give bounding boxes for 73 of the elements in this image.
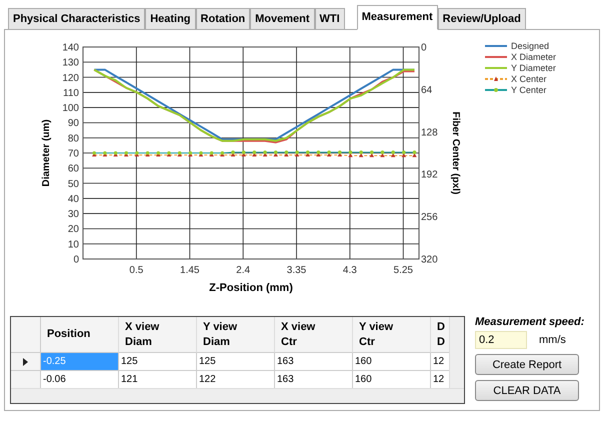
speed-label: Measurement speed: [475,316,584,328]
axis-tick-label: 80 [68,133,79,144]
column-header[interactable]: Y view Ctr [353,317,431,353]
legend-label: X Center [511,74,547,84]
action-button[interactable]: CLEAR DATA [475,380,579,401]
axis-tick-label: 0.5 [129,265,144,276]
tab[interactable]: Measurement [356,5,438,30]
table-cell[interactable]: 160 [353,353,431,371]
column-header[interactable]: Y view Diam [197,317,275,353]
current-row-icon [23,358,28,366]
vertical-scrollbar[interactable] [449,317,464,389]
axis-tick-label: 70 [68,148,79,160]
table-cell[interactable]: 163 [275,353,353,371]
axis-title: Diameter (um) [41,119,52,187]
axis-tick-label: 10 [68,239,79,250]
table-cell[interactable]: -0.06 [41,371,119,389]
axis-tick-label: 50 [68,178,79,190]
tab[interactable]: Review/Upload [438,8,526,30]
table-cell[interactable]: 121 [119,371,197,389]
axis-tick-label: 5.25 [394,265,413,276]
tab[interactable]: WTI [314,8,345,30]
table-cell[interactable]: 160 [353,371,431,389]
axis-tick-label: 110 [63,88,79,99]
axis-title: Fiber Center (pxl) [450,112,461,194]
horizontal-scrollbar[interactable] [11,388,464,403]
row-header[interactable] [11,353,41,371]
axis-tick-label: 64 [421,84,432,96]
legend-line-icon [485,42,507,48]
axis-tick-label: 20 [68,224,79,236]
axis-tick-label: 4.3 [342,265,357,276]
legend-line-icon [485,86,507,92]
column-header[interactable]: Position [41,317,119,353]
legend-label: X Diameter [511,52,556,62]
header-corner [11,317,41,353]
legend-label: Designed [511,40,550,50]
data-grid[interactable]: Position X view Diam Y view Diam X view Ctr Y view Ctr D D -0.25 125 125 163 160 12 -0.06 121 122 163 160 12 [10,316,465,404]
axis-tick-label: 256 [421,212,438,224]
unit-label: mm/s [539,334,566,346]
table-cell[interactable]: 125 [119,353,197,371]
action-button[interactable]: Create Report [475,354,579,375]
axis-tick-label: 130 [62,58,79,69]
column-header[interactable]: X view Ctr [275,317,353,353]
axis-tick-label: 2.4 [236,265,250,276]
tab[interactable]: Movement [250,8,315,30]
axis-tick-label: 60 [68,164,79,175]
tab[interactable]: Physical Characteristics [8,8,146,30]
axis-title: Z-Position (mm) [209,282,293,294]
legend-line-icon [485,64,507,70]
legend-line-icon [485,76,507,82]
axis-tick-label: 0 [421,42,427,54]
axis-tick-label: 192 [421,170,438,181]
axis-tick-label: 90 [68,118,79,130]
legend-label: Y Center [511,84,546,94]
column-header[interactable]: D D [431,317,451,353]
axis-tick-label: 30 [68,209,79,220]
axis-tick-label: 3.35 [286,265,306,276]
column-header[interactable]: X view Diam [119,317,197,353]
axis-tick-label: 100 [62,103,79,114]
axis-tick-label: 40 [68,194,79,205]
tab[interactable]: Heating [145,8,196,30]
speed-input[interactable]: 0.2 [475,331,527,349]
axis-tick-label: 1.45 [180,265,200,276]
legend-line-icon [485,54,507,60]
axis-tick-label: 120 [62,72,79,84]
axis-tick-label: 320 [421,254,438,266]
table-cell[interactable]: 163 [275,371,353,389]
axis-tick-label: 140 [62,42,79,54]
table-cell[interactable]: 125 [197,353,275,371]
tab[interactable]: Rotation [196,8,250,30]
axis-tick-label: 0 [73,254,79,266]
axis-tick-label: 128 [421,127,438,138]
legend-label: Y Diameter [511,62,556,72]
table-cell[interactable]: 122 [197,371,275,389]
